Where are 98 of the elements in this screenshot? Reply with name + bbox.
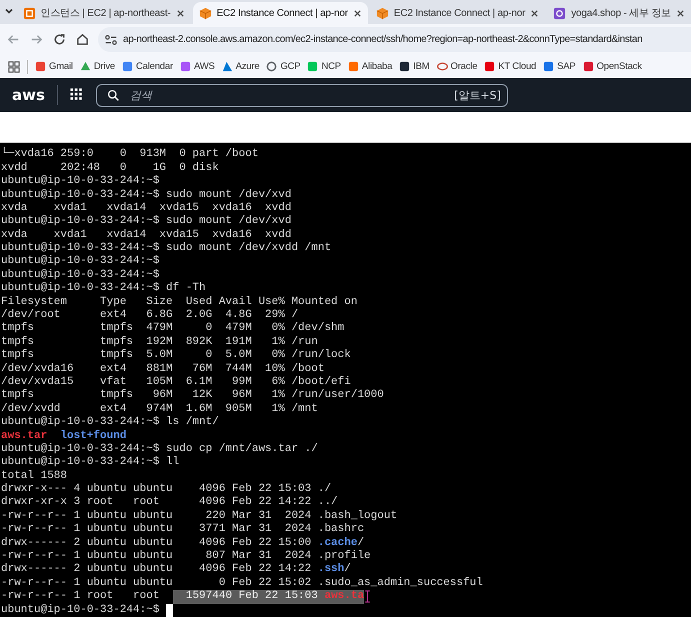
terminal-text: total 1588 xyxy=(1,470,68,483)
terminal-text: ubuntu@ip-10-0-33-244:~$ sudo mount /dev/xvd xyxy=(1,188,292,202)
terminal-text: /dev/xvda16 ext4 881M 76M 744M 10% /boot xyxy=(1,362,324,376)
bookmark-favicon-icon xyxy=(307,61,318,72)
terminal-text: drwx------ 2 ubuntu ubuntu 4096 Feb 22 15:00 xyxy=(1,536,312,550)
terminal-text: -rw-r--r-- 1 ubuntu ubuntu 807 Mar 31 2024 .profile xyxy=(1,550,371,563)
chip-icon xyxy=(22,6,36,20)
terminal-text: ubuntu@ip-10-0-33-244:~$ sudo mount /dev/xvd xyxy=(1,215,292,229)
cube-icon xyxy=(376,6,389,20)
terminal-text: ubuntu@ip-10-0-33-244:~$ ll xyxy=(1,456,180,470)
terminal-text: └─xvda16 259:0 0 913M 0 part /boot xyxy=(1,148,258,162)
aws-logo[interactable]: aws xyxy=(12,86,45,104)
bookmark-link[interactable]: IBM xyxy=(399,61,430,72)
terminal-text: -rw-r--r-- 1 ubuntu ubuntu 220 Mar 31 2024 .bash_logout xyxy=(1,510,398,523)
browser-tab[interactable]: EC2 Instance Connect | ap-nor xyxy=(370,2,546,24)
terminal-text: drwx------ 2 ubuntu ubuntu 4096 Feb 22 14:22 xyxy=(1,563,312,577)
terminal-text: /dev/xvdd ext4 974M 1.6M 905M 1% /mnt xyxy=(1,402,318,416)
browser-tab[interactable]: yoga4.shop - 세부 정보 xyxy=(547,2,691,24)
bookmark-link[interactable]: GCP xyxy=(266,61,300,72)
bookmark-link[interactable]: Azure xyxy=(222,61,260,72)
terminal-text: xvda xvda1 xvda14 xvda15 xvda16 xvdd xyxy=(1,228,292,242)
file-name: aws.ta xyxy=(324,590,364,604)
terminal-text: /dev/root ext4 6.8G 2.0G 4.8G 29% / xyxy=(1,309,298,322)
bookmark-link[interactable]: Oracle xyxy=(436,61,478,72)
terminal-text: ubuntu@ip-10-0-33-244:~$ xyxy=(1,604,160,617)
terminal-text: /dev/xvda15 vfat 105M 6.1M 99M 6% /boot/efi xyxy=(1,376,351,389)
terminal-text: tmpfs tmpfs 96M 12K 96M 1% /run/user/1000 xyxy=(1,389,384,403)
terminal-text: / xyxy=(357,536,364,550)
tab-title: EC2 Instance Connect | ap-nor xyxy=(394,8,526,19)
bookmark-favicon-icon xyxy=(399,61,410,72)
terminal-text: tmpfs tmpfs 479M 0 479M 0% /dev/shm xyxy=(1,322,344,336)
selected-text: 1597440 Feb 22 15:03 xyxy=(172,590,324,604)
url-text: ap-northeast-2.console.aws.amazon.com/ec2-instance-connect/ssh/home?region=ap-northeast-2&connType=standard&instan xyxy=(123,34,642,46)
bookmark-favicon-icon xyxy=(122,61,133,72)
bookmark-favicon-icon xyxy=(484,61,496,72)
bookmark-link[interactable]: NCP xyxy=(307,61,341,72)
bookmark-favicon-icon xyxy=(436,61,448,72)
terminal-text: -rw-r--r-- 1 root root xyxy=(1,590,160,604)
home-icon[interactable] xyxy=(75,32,90,48)
terminal-text: tmpfs tmpfs 5.0M 0 5.0M 0% /run/lock xyxy=(1,349,351,363)
tab-title: yoga4.shop - 세부 정보 xyxy=(571,7,671,20)
bookmark-favicon-icon xyxy=(348,61,359,72)
bookmark-link[interactable]: OpenStack xyxy=(582,61,642,72)
terminal-text: ubuntu@ip-10-0-33-244:~$ xyxy=(1,255,160,269)
apps-grid-icon[interactable] xyxy=(8,60,20,73)
terminal-text: ubuntu@ip-10-0-33-244:~$ xyxy=(1,175,160,189)
terminal-text: xvda xvda1 xvda14 xvda15 xvda16 xvdd xyxy=(1,202,292,215)
shortcut-hint: [알트+S] xyxy=(454,88,501,103)
bookmark-favicon-icon xyxy=(35,61,46,72)
terminal-text: xvdd 202:48 0 1G 0 disk xyxy=(1,162,219,175)
cube-icon xyxy=(198,6,212,20)
bookmark-link[interactable]: Alibaba xyxy=(348,61,392,72)
bookmark-favicon-icon xyxy=(543,61,554,72)
close-icon[interactable] xyxy=(530,8,540,18)
bookmark-link[interactable]: AWS xyxy=(180,61,215,72)
terminal-text: Filesystem Type Size Used Avail Use% Mounted on xyxy=(1,296,358,309)
tab-title: 인스턴스 | EC2 | ap-northeast- xyxy=(40,7,171,20)
chevron-down-icon xyxy=(4,6,14,16)
terminal-text: ubuntu@ip-10-0-33-244:~$ df -Th xyxy=(1,282,206,296)
services-grid-icon[interactable] xyxy=(70,88,84,102)
terminal-text: tmpfs tmpfs 192M 892K 191M 1% /run xyxy=(1,336,318,349)
bookmark-link[interactable]: KT Cloud xyxy=(484,61,536,72)
terminal-text: drwxr-xr-x 3 root root 4096 Feb 22 14:22 ../ xyxy=(1,496,338,510)
file-name: aws.tar xyxy=(1,430,48,443)
address-field[interactable]: ap-northeast-2.console.aws.amazon.com/ec2-instance-connect/ssh/home?region=ap-northeast-2&connType=standard&instan xyxy=(98,27,691,52)
terminal-text: ubuntu@ip-10-0-33-244:~$ sudo mount /dev/xvdd /mnt xyxy=(1,242,332,255)
search-bar[interactable]: 검색 [알트+S] xyxy=(96,84,508,107)
close-icon[interactable] xyxy=(176,8,185,18)
bookmark-link[interactable]: SAP xyxy=(543,61,576,72)
bookmark-favicon-icon xyxy=(266,61,278,72)
search-icon xyxy=(106,88,120,102)
search-input[interactable]: 검색 xyxy=(128,88,446,103)
browser-tab[interactable]: 인스턴스 | EC2 | ap-northeast- xyxy=(16,2,191,24)
close-icon[interactable] xyxy=(352,8,362,18)
bookmark-favicon-icon xyxy=(222,61,233,72)
close-icon[interactable] xyxy=(676,8,685,18)
directory-name: .ssh xyxy=(318,563,344,577)
terminal-text: drwxr-x--- 4 ubuntu ubuntu 4096 Feb 22 15:03 ./ xyxy=(1,483,332,496)
terminal-text: -rw-r--r-- 1 ubuntu ubuntu 3771 Mar 31 2024 .bashrc xyxy=(1,523,364,537)
app-icon xyxy=(553,6,566,20)
terminal-text: -rw-r--r-- 1 ubuntu ubuntu 0 Feb 22 15:02 .sudo_as_admin_successful xyxy=(1,576,483,590)
bookmark-favicon-icon xyxy=(80,61,91,72)
bookmark-link[interactable]: Drive xyxy=(80,61,115,72)
terminal-text: ubuntu@ip-10-0-33-244:~$ sudo cp /mnt/aws.tar ./ xyxy=(1,442,318,456)
terminal-text: / xyxy=(344,563,351,577)
site-settings-icon[interactable] xyxy=(104,32,118,47)
reload-icon[interactable] xyxy=(52,32,67,48)
browser-tab[interactable]: EC2 Instance Connect | ap-nor xyxy=(192,2,368,24)
directory-name: lost+found xyxy=(60,430,126,443)
bookmark-link[interactable]: Gmail xyxy=(35,61,73,72)
bookmark-link[interactable]: Calendar xyxy=(122,61,173,72)
terminal-text: ubuntu@ip-10-0-33-244:~$ ls /mnt/ xyxy=(1,416,219,430)
bookmark-favicon-icon xyxy=(180,61,191,72)
bookmark-favicon-icon xyxy=(582,61,594,72)
terminal-panel[interactable] xyxy=(0,143,691,617)
terminal-text: ubuntu@ip-10-0-33-244:~$ xyxy=(1,268,160,282)
tab-title: EC2 Instance Connect | ap-nor xyxy=(216,8,348,19)
directory-name: .cache xyxy=(318,536,358,550)
